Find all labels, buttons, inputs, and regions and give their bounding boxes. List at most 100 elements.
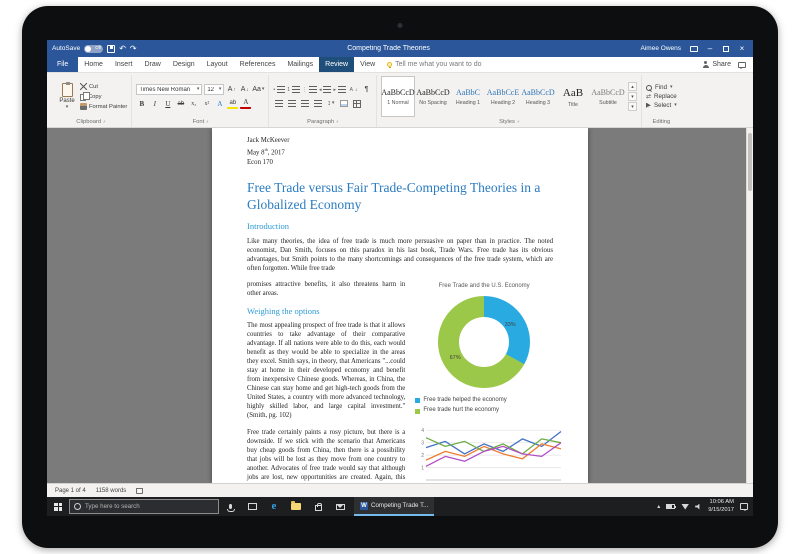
document-page[interactable]: Jack McKeever May 8th, 2017 Econ 170 Fre…: [212, 128, 588, 483]
word-window-taskbar-button[interactable]: W Competing Trade T...: [354, 497, 434, 516]
style-label: No Spacing: [419, 100, 446, 106]
shrink-font-button[interactable]: A↓: [239, 84, 250, 95]
taskbar-clock[interactable]: 10:06 AM 9/15/2017: [708, 499, 734, 514]
tablet-frame: AutoSave Off ↶ ↷ Competing Trade Theorie…: [22, 6, 778, 548]
tab-references[interactable]: References: [234, 57, 282, 72]
tab-file[interactable]: File: [47, 57, 78, 72]
shading-button[interactable]: [338, 98, 349, 109]
style-heading-2[interactable]: AaBbCcE Heading 2: [486, 76, 520, 117]
comments-icon[interactable]: [738, 62, 746, 68]
tab-mailings[interactable]: Mailings: [281, 57, 319, 72]
search-input[interactable]: [85, 503, 214, 510]
multilevel-list-button[interactable]: ⋮: [302, 84, 317, 95]
copy-button[interactable]: Copy: [80, 92, 127, 101]
style-subtitle[interactable]: AaBbCcD Subtitle: [591, 76, 625, 117]
file-explorer-button[interactable]: [285, 497, 307, 516]
font-name-combo[interactable]: Times New Roman ▾: [136, 84, 202, 95]
tab-insert[interactable]: Insert: [109, 57, 139, 72]
ribbon-display-options-button[interactable]: [688, 42, 700, 55]
font-size-combo[interactable]: 12 ▾: [204, 84, 224, 95]
styles-scroll-down-icon[interactable]: ▾: [628, 92, 637, 101]
action-center-icon[interactable]: [740, 503, 748, 510]
restore-button[interactable]: [720, 42, 732, 55]
tab-layout[interactable]: Layout: [201, 57, 234, 72]
undo-icon[interactable]: ↶: [119, 45, 126, 53]
line-spacing-button[interactable]: ↕▾: [325, 98, 336, 109]
edge-button[interactable]: e: [263, 497, 285, 516]
tab-view[interactable]: View: [354, 57, 381, 72]
style-heading-1[interactable]: AaBbC Heading 1: [451, 76, 485, 117]
style-no-spacing[interactable]: AaBbCcD No Spacing: [416, 76, 450, 117]
signed-in-user[interactable]: Aimee Owens: [641, 45, 681, 52]
start-button[interactable]: [47, 497, 69, 516]
volume-icon[interactable]: [695, 504, 702, 510]
align-center-button[interactable]: [286, 98, 297, 109]
style-heading-3[interactable]: AaBbCcD Heading 3: [521, 76, 555, 117]
style-title[interactable]: AaB Title: [556, 76, 590, 117]
proofing-status-icon[interactable]: [136, 488, 143, 494]
font-color-button[interactable]: A: [240, 98, 251, 109]
align-right-button[interactable]: [299, 98, 310, 109]
numbering-button[interactable]: 1: [287, 84, 300, 95]
line-chart-svg[interactable]: 1234: [415, 420, 563, 483]
redo-icon[interactable]: ↷: [130, 45, 137, 53]
styles-scroll-up-icon[interactable]: ▴: [628, 82, 637, 91]
subscript-button[interactable]: x₂: [188, 98, 199, 109]
bold-button[interactable]: B: [136, 98, 147, 109]
tray-expand-icon[interactable]: ▴: [657, 503, 660, 510]
underline-button[interactable]: U: [162, 98, 173, 109]
tab-review[interactable]: Review: [319, 57, 354, 72]
superscript-button[interactable]: x²: [201, 98, 212, 109]
italic-button[interactable]: I: [149, 98, 160, 109]
battery-icon[interactable]: [666, 504, 675, 509]
taskbar-search-box[interactable]: [69, 499, 219, 514]
doc-text-column: promises attractive benefits, it also th…: [247, 280, 405, 483]
sort-button[interactable]: A↓: [348, 84, 359, 95]
word-count[interactable]: 1158 words: [96, 488, 127, 494]
dialog-launcher-icon[interactable]: ›: [101, 119, 107, 125]
tab-draw[interactable]: Draw: [138, 57, 166, 72]
format-painter-button[interactable]: Format Painter: [80, 103, 127, 110]
task-view-button[interactable]: [241, 497, 263, 516]
page-indicator[interactable]: Page 1 of 4: [55, 488, 86, 494]
close-button[interactable]: ×: [736, 42, 748, 55]
grow-font-button[interactable]: A↑: [226, 84, 237, 95]
increase-indent-button[interactable]: ▸: [333, 84, 346, 95]
replace-button[interactable]: ⇄ Replace: [646, 93, 677, 100]
tab-design[interactable]: Design: [167, 57, 201, 72]
donut-chart[interactable]: 33% 67%: [438, 296, 530, 388]
decrease-indent-button[interactable]: ◂: [319, 84, 332, 95]
styles-gallery-more-icon[interactable]: ▾: [628, 102, 637, 111]
save-icon[interactable]: [107, 45, 115, 53]
highlight-button[interactable]: ab: [227, 98, 238, 109]
strikethrough-button[interactable]: ab: [175, 98, 186, 109]
vertical-scrollbar[interactable]: [746, 128, 753, 483]
text-effects-button[interactable]: A: [214, 98, 225, 109]
cortana-mic-button[interactable]: [219, 497, 241, 516]
style-normal[interactable]: AaBbCcD 1 Normal: [381, 76, 415, 117]
dialog-launcher-icon[interactable]: ›: [515, 119, 521, 125]
change-case-button[interactable]: Aa▾: [252, 84, 264, 95]
bullets-button[interactable]: •: [273, 84, 285, 95]
mail-button[interactable]: [329, 497, 351, 516]
windows-logo-icon: [54, 503, 62, 511]
borders-button[interactable]: [351, 98, 362, 109]
styles-gallery-scrollbar: ▴ ▾ ▾: [626, 76, 637, 117]
dialog-launcher-icon[interactable]: ›: [334, 119, 340, 125]
paste-button[interactable]: Paste ▾: [54, 76, 80, 117]
store-button[interactable]: [307, 497, 329, 516]
autosave-toggle[interactable]: Off: [84, 45, 103, 53]
minimize-button[interactable]: –: [704, 42, 716, 55]
find-button[interactable]: Find ▾: [646, 84, 677, 91]
cut-button[interactable]: Cut: [80, 83, 127, 90]
justify-button[interactable]: [312, 98, 323, 109]
share-button[interactable]: Share: [702, 61, 731, 68]
scrollbar-thumb[interactable]: [748, 133, 752, 191]
wifi-icon[interactable]: [681, 504, 689, 510]
align-left-button[interactable]: [273, 98, 284, 109]
dialog-launcher-icon[interactable]: ›: [204, 119, 210, 125]
select-button[interactable]: Select ▾: [646, 102, 677, 109]
tell-me-box[interactable]: Tell me what you want to do: [381, 57, 487, 72]
tab-home[interactable]: Home: [78, 57, 109, 72]
show-formatting-marks-button[interactable]: ¶: [361, 84, 372, 95]
